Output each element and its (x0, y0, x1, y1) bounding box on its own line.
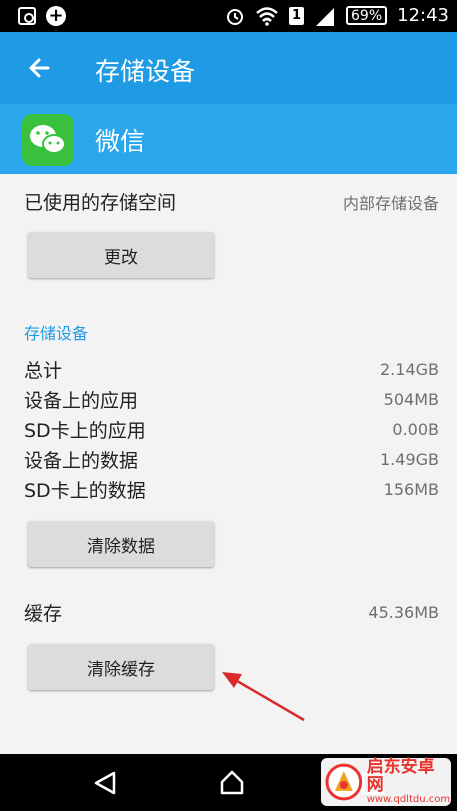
storage-row-sd-data: SD卡上的数据 156MB (24, 476, 439, 503)
nav-home-icon[interactable] (218, 768, 246, 796)
wechat-logo-icon (22, 114, 74, 166)
storage-used-label: 已使用的存储空间 (24, 192, 177, 214)
status-time: 12:43 (397, 5, 449, 26)
watermark-name: 启东安卓网 (366, 756, 435, 795)
app-name: 微信 (95, 127, 146, 156)
storage-row-device-data: 设备上的数据 1.49GB (24, 446, 439, 473)
storage-row-value: 0.00B (392, 420, 439, 439)
clear-data-button[interactable]: 清除数据 (28, 521, 214, 567)
signal-icon (316, 7, 334, 26)
page-title: 存储设备 (95, 57, 196, 86)
back-arrow-icon[interactable] (22, 50, 58, 86)
screenshot-icon (18, 7, 36, 25)
app-bar: 存储设备 (0, 32, 457, 104)
storage-row-label: 设备上的数据 (24, 450, 139, 472)
storage-row-label: SD卡上的应用 (24, 420, 146, 442)
storage-row-label: SD卡上的数据 (24, 480, 146, 502)
storage-used-row: 已使用的存储空间 内部存储设备 (24, 188, 439, 215)
storage-row-value: 156MB (383, 480, 439, 499)
battery-indicator: 69% (346, 6, 388, 25)
storage-row-label: 总计 (24, 360, 63, 382)
app-header: 微信 (0, 104, 457, 174)
watermark-logo-icon (325, 763, 363, 801)
wifi-icon (256, 6, 278, 26)
alarm-icon (226, 8, 243, 25)
cache-value: 45.36MB (368, 603, 439, 622)
storage-row-total: 总计 2.14GB (24, 356, 439, 383)
watermark-url: www.qdltdu.com (366, 793, 451, 805)
storage-row-label: 设备上的应用 (24, 390, 139, 412)
storage-row-value: 2.14GB (380, 360, 439, 379)
storage-row-device-apps: 设备上的应用 504MB (24, 386, 439, 413)
storage-used-value: 内部存储设备 (342, 193, 439, 213)
storage-row-sd-apps: SD卡上的应用 0.00B (24, 416, 439, 443)
watermark: 启东安卓网 www.qdltdu.com (321, 758, 451, 806)
clear-cache-button[interactable]: 清除缓存 (28, 644, 214, 690)
status-bar: + 1 69% 12:43 (0, 0, 457, 32)
storage-row-value: 504MB (383, 390, 439, 409)
storage-content: 已使用的存储空间 内部存储设备 更改 存储设备 总计 2.14GB 设备上的应用… (0, 174, 457, 754)
add-circle-icon: + (46, 6, 66, 26)
storage-row-value: 1.49GB (380, 450, 439, 469)
change-button[interactable]: 更改 (28, 232, 214, 278)
sim-icon: 1 (288, 6, 304, 25)
nav-back-icon[interactable] (92, 770, 118, 796)
cache-row: 缓存 45.36MB (24, 599, 439, 626)
section-title-storage: 存储设备 (24, 324, 89, 343)
cache-label: 缓存 (24, 603, 63, 625)
